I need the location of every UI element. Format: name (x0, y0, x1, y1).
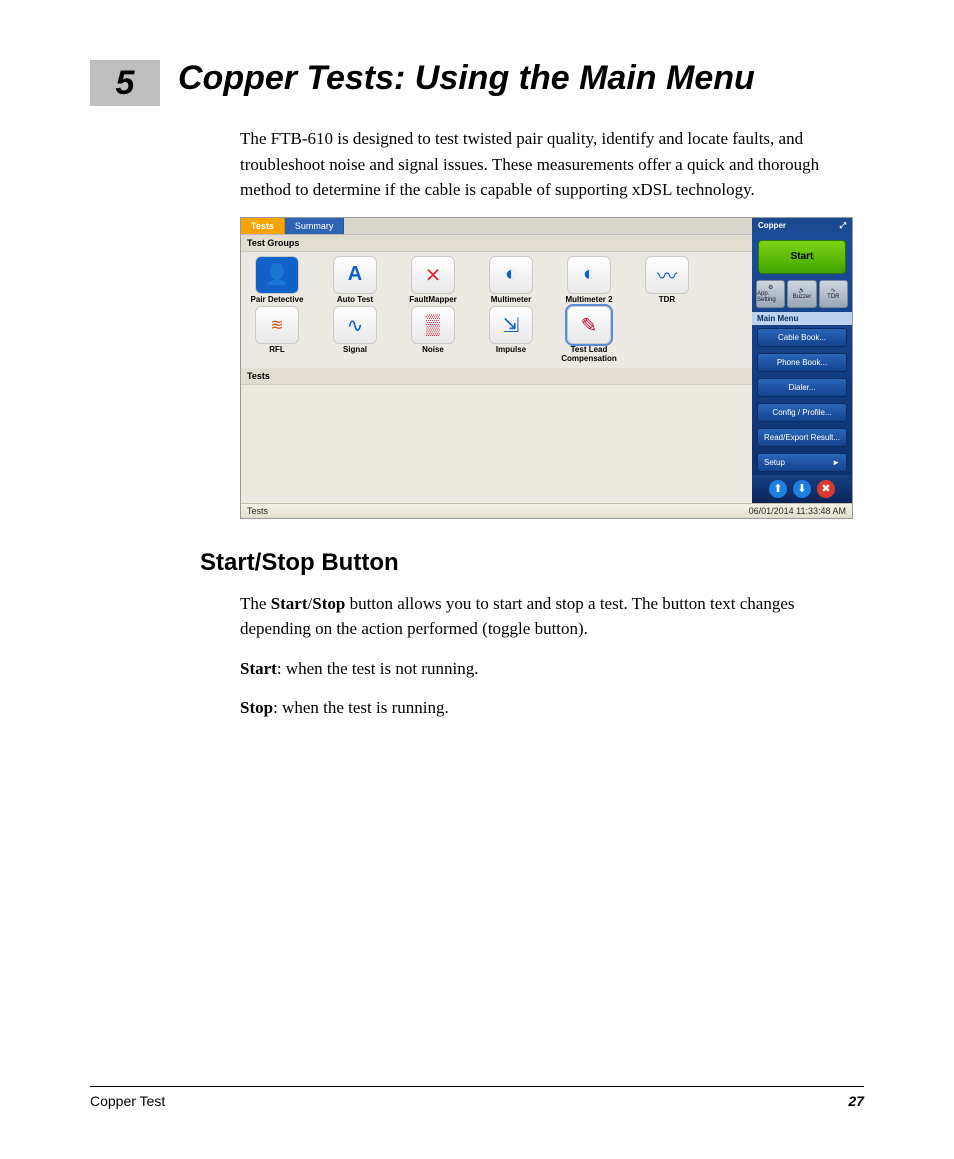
menu-dialer[interactable]: Dialer... (757, 378, 847, 397)
faultmapper-icon: ⨯ (411, 256, 455, 294)
group-label: Multimeter 2 (559, 296, 619, 305)
group-label: Signal (325, 346, 385, 355)
group-label: Noise (403, 346, 463, 355)
group-impulse[interactable]: ⇲ Impulse (481, 306, 541, 364)
footer-left: Copper Test (90, 1093, 165, 1109)
tool-label: Buzzer (793, 294, 812, 300)
group-label: Impulse (481, 346, 541, 355)
auto-test-icon: A (333, 256, 377, 294)
signal-icon: ∿ (333, 306, 377, 344)
section-paragraph-stop: Stop: when the test is running. (240, 695, 844, 721)
nav-up-button[interactable]: ⬆ (769, 480, 787, 498)
group-test-lead-compensation[interactable]: ✎ Test Lead Compensation (559, 306, 619, 364)
speaker-icon: 🔊 (798, 287, 805, 294)
pair-detective-icon: 👤 (255, 256, 299, 294)
group-label: FaultMapper (403, 296, 463, 305)
tab-summary[interactable]: Summary (285, 218, 345, 234)
gear-icon: ⚙ (768, 284, 773, 291)
wave-icon: ∿ (831, 287, 836, 294)
tool-label: App. Setting (757, 291, 784, 303)
section-paragraph-start: Start: when the test is not running. (240, 656, 844, 682)
menu-phone-book[interactable]: Phone Book... (757, 353, 847, 372)
app-screenshot: Tests Summary Test Groups 👤 Pair Detecti… (240, 217, 853, 519)
noise-icon: ▒ (411, 306, 455, 344)
group-tdr[interactable]: 〰 TDR (637, 256, 697, 305)
test-lead-comp-icon: ✎ (567, 306, 611, 344)
tests-area (241, 385, 752, 503)
nav-down-button[interactable]: ⬇ (793, 480, 811, 498)
group-auto-test[interactable]: A Auto Test (325, 256, 385, 305)
intro-paragraph: The FTB-610 is designed to test twisted … (240, 126, 844, 203)
group-multimeter[interactable]: ◐ Multimeter (481, 256, 541, 305)
group-rfl[interactable]: ≋ RFL (247, 306, 307, 364)
group-label: TDR (637, 296, 697, 305)
page-number: 27 (848, 1093, 864, 1109)
chevron-right-icon: ► (832, 458, 840, 467)
start-button[interactable]: Start (758, 240, 846, 274)
tool-tdr[interactable]: ∿ TDR (819, 280, 848, 308)
expand-icon[interactable]: ⤢ (840, 221, 846, 231)
multimeter-icon: ◐ (489, 256, 533, 294)
status-timestamp: 06/01/2014 11:33:48 AM (749, 506, 846, 516)
tool-buzzer[interactable]: 🔊 Buzzer (787, 280, 816, 308)
tab-tests[interactable]: Tests (241, 218, 285, 234)
tool-app-setting[interactable]: ⚙ App. Setting (756, 280, 785, 308)
group-label: Pair Detective (247, 296, 307, 305)
menu-config-profile[interactable]: Config / Profile... (757, 403, 847, 422)
menu-cable-book[interactable]: Cable Book... (757, 328, 847, 347)
test-groups-heading: Test Groups (241, 235, 752, 252)
group-signal[interactable]: ∿ Signal (325, 306, 385, 364)
menu-setup[interactable]: Setup ► (757, 453, 847, 472)
section-paragraph-1: The Start/Stop button allows you to star… (240, 591, 844, 642)
section-heading: Start/Stop Button (200, 549, 864, 577)
group-label: RFL (247, 346, 307, 355)
group-faultmapper[interactable]: ⨯ FaultMapper (403, 256, 463, 305)
side-title: Copper (758, 221, 786, 230)
multimeter2-icon: ◐ (567, 256, 611, 294)
impulse-icon: ⇲ (489, 306, 533, 344)
group-noise[interactable]: ▒ Noise (403, 306, 463, 364)
setup-label: Setup (764, 458, 785, 467)
menu-read-export-result[interactable]: Read/Export Result... (757, 428, 847, 447)
chapter-number-badge: 5 (90, 60, 160, 106)
tdr-icon: 〰 (645, 256, 689, 294)
tests-heading: Tests (241, 368, 752, 385)
group-label: Test Lead Compensation (559, 346, 619, 364)
group-label: Auto Test (325, 296, 385, 305)
status-left: Tests (247, 506, 268, 516)
group-label: Multimeter (481, 296, 541, 305)
rfl-icon: ≋ (255, 306, 299, 344)
group-pair-detective[interactable]: 👤 Pair Detective (247, 256, 307, 305)
main-menu-header: Main Menu (752, 312, 852, 325)
close-button[interactable]: ✖ (817, 480, 835, 498)
tool-label: TDR (827, 294, 839, 300)
chapter-title: Copper Tests: Using the Main Menu (178, 60, 755, 97)
group-multimeter-2[interactable]: ◐ Multimeter 2 (559, 256, 619, 305)
